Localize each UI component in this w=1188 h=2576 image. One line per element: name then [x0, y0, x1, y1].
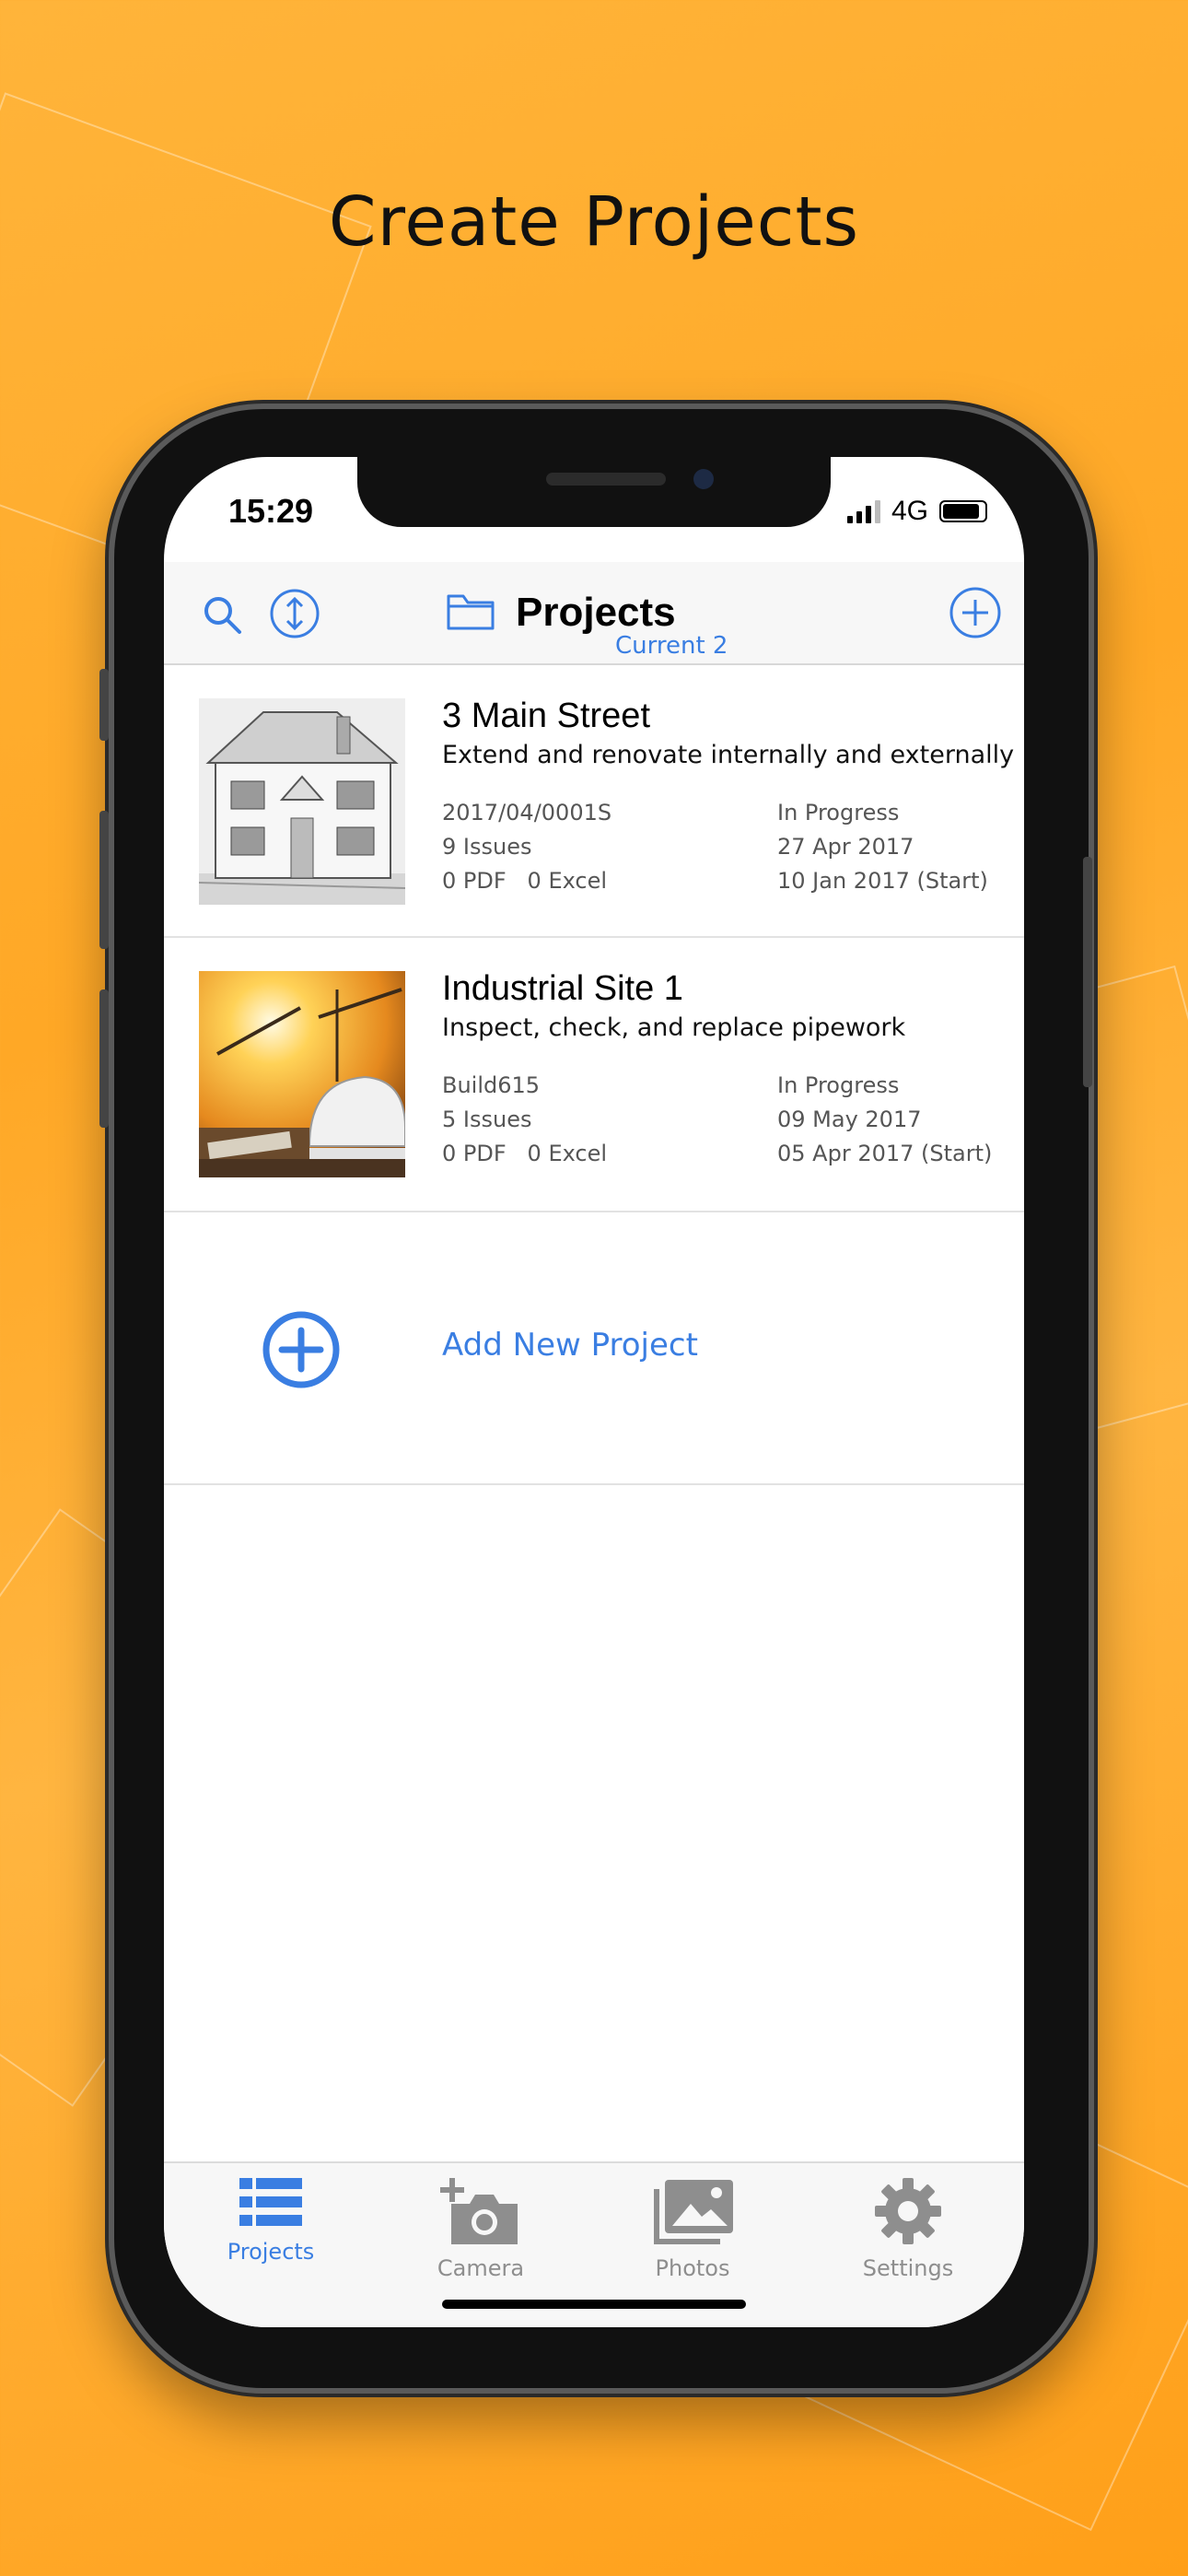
phone-silent-switch: [99, 669, 109, 741]
tab-settings[interactable]: Settings: [816, 2176, 1000, 2281]
project-title: Industrial Site 1: [442, 969, 683, 1008]
tab-photos[interactable]: Photos: [600, 2176, 785, 2281]
project-issues: 9 Issues: [442, 834, 532, 860]
project-row[interactable]: 3 Main Street Extend and renovate intern…: [164, 665, 1024, 938]
tab-photos-label: Photos: [655, 2255, 730, 2281]
navigation-bar: Projects Current 2: [164, 562, 1024, 665]
phone-volume-down: [99, 989, 109, 1128]
project-reference: 2017/04/0001S: [442, 800, 612, 825]
status-time: 15:29: [228, 492, 314, 530]
phone-screen: 15:29 4G Projects Current 2 3 Main Stree…: [164, 457, 1024, 2327]
gear-icon: [875, 2178, 941, 2244]
project-thumbnail-industrial: [199, 971, 406, 1177]
project-description: Extend and renovate internally and exter…: [442, 741, 1015, 769]
add-new-project-row[interactable]: Add New Project: [164, 1211, 1024, 1485]
project-meta-left: Build615 5 Issues 0 PDF 0 Excel: [442, 1069, 607, 1171]
project-excel-count: 0 Excel: [527, 1141, 608, 1166]
project-start-date: 05 Apr 2017 (Start): [777, 1141, 993, 1166]
project-thumbnail-house: [198, 698, 406, 905]
add-new-project-label[interactable]: Add New Project: [442, 1327, 698, 1364]
speaker: [546, 473, 666, 486]
project-meta-right: In Progress 27 Apr 2017 10 Jan 2017 (Sta…: [777, 796, 988, 898]
project-meta-left: 2017/04/0001S 9 Issues 0 PDF 0 Excel: [442, 796, 611, 898]
project-title: 3 Main Street: [442, 697, 650, 735]
photos-icon: [654, 2180, 733, 2244]
tab-camera[interactable]: Camera: [389, 2176, 573, 2281]
project-description: Inspect, check, and replace pipework: [442, 1013, 906, 1042]
tab-camera-label: Camera: [437, 2255, 525, 2281]
project-excel-count: 0 Excel: [527, 868, 608, 894]
add-project-icon[interactable]: [949, 586, 1002, 643]
notch: [357, 457, 831, 527]
battery-icon: [939, 500, 987, 522]
project-date: 09 May 2017: [777, 1107, 922, 1132]
project-status: In Progress: [777, 1072, 900, 1098]
project-date: 27 Apr 2017: [777, 834, 914, 860]
page-title: Projects: [516, 590, 676, 635]
phone-volume-up: [99, 811, 109, 949]
status-indicators: 4G: [846, 496, 987, 527]
tab-settings-label: Settings: [862, 2255, 954, 2281]
list-icon: [239, 2178, 302, 2226]
project-row[interactable]: Industrial Site 1 Inspect, check, and re…: [164, 938, 1024, 1212]
project-pdf-count: 0 PDF: [442, 868, 507, 894]
current-count: Current 2: [615, 632, 728, 660]
project-pdf-count: 0 PDF: [442, 1141, 507, 1166]
tab-projects-label: Projects: [227, 2239, 315, 2265]
project-start-date: 10 Jan 2017 (Start): [777, 868, 988, 894]
tab-projects[interactable]: Projects: [179, 2176, 363, 2265]
promo-title: Create Projects: [328, 182, 860, 262]
project-status: In Progress: [777, 800, 900, 825]
folder-icon: [446, 591, 495, 636]
phone-power-button: [1083, 857, 1092, 1087]
signal-icon: [846, 499, 880, 523]
front-camera: [693, 469, 714, 489]
camera-add-icon: [440, 2178, 518, 2244]
project-reference: Build615: [442, 1072, 541, 1098]
network-type: 4G: [891, 496, 928, 526]
home-indicator[interactable]: [442, 2300, 746, 2309]
sort-icon[interactable]: [269, 588, 320, 643]
search-icon[interactable]: [201, 593, 243, 639]
plus-circle-icon[interactable]: [262, 1310, 341, 1393]
project-meta-right: In Progress 09 May 2017 05 Apr 2017 (Sta…: [777, 1069, 992, 1171]
project-issues: 5 Issues: [442, 1107, 532, 1132]
